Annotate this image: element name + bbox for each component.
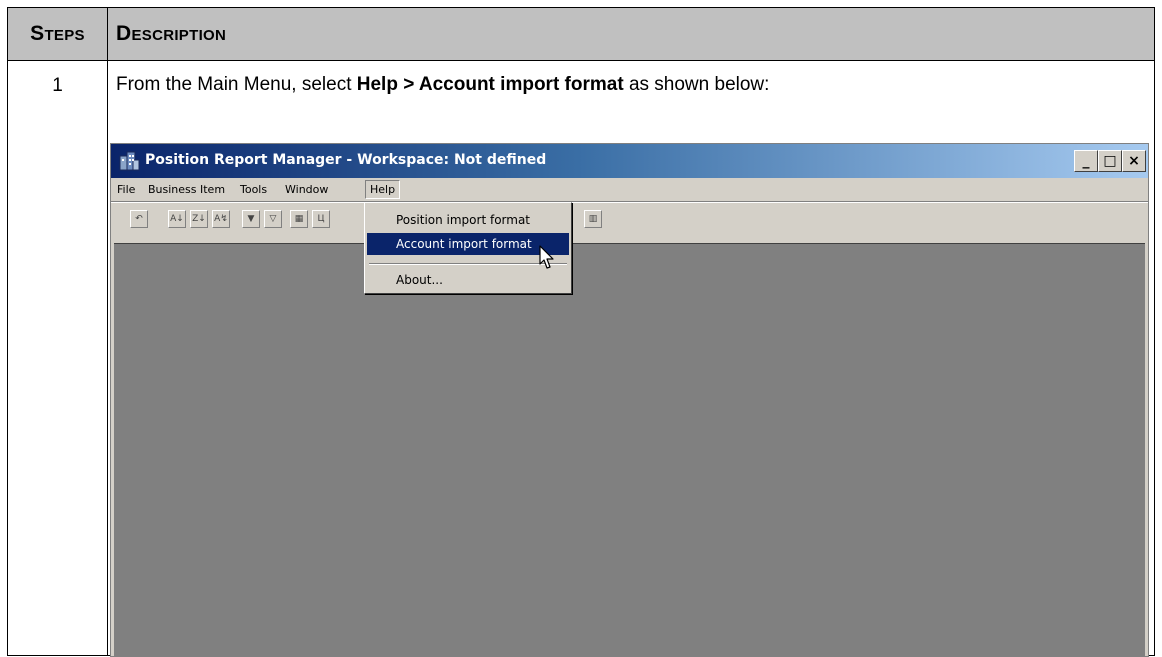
- menu-separator: [369, 263, 567, 265]
- step-number: 1: [7, 60, 108, 656]
- instruction-suffix: as shown below:: [623, 74, 770, 95]
- description-column-header: Description: [107, 7, 1155, 61]
- maximize-button[interactable]: □: [1098, 150, 1122, 172]
- menu-tools[interactable]: Tools: [240, 183, 267, 196]
- menu-help[interactable]: Help: [365, 180, 401, 199]
- menu-item-position-import-format[interactable]: Position import format: [367, 209, 569, 231]
- filter-icon[interactable]: ▼: [242, 210, 260, 228]
- title-bar: Position Report Manager - Workspace: Not…: [111, 144, 1148, 178]
- sort-ascending-icon[interactable]: A↓: [168, 210, 186, 228]
- close-button[interactable]: ×: [1122, 150, 1146, 172]
- grid-icon[interactable]: ▦: [290, 210, 308, 228]
- toolbar-button-icon[interactable]: Ц: [312, 210, 330, 228]
- menu-item-about[interactable]: About...: [367, 269, 569, 291]
- menu-window[interactable]: Window: [285, 183, 328, 196]
- instruction-text: From the Main Menu, select Help > Accoun…: [116, 74, 769, 96]
- minimize-button[interactable]: _: [1074, 150, 1098, 172]
- sort-descending-icon[interactable]: Z↓: [190, 210, 208, 228]
- instruction-menu-path: Help > Account import format: [356, 74, 624, 95]
- custom-sort-icon[interactable]: A↯: [212, 210, 230, 228]
- instruction-prefix: From the Main Menu, select: [116, 74, 357, 95]
- mouse-pointer-icon: [539, 245, 554, 269]
- toolbar-separator: [111, 201, 1148, 203]
- remove-filter-icon[interactable]: ▽: [264, 210, 282, 228]
- undo-icon[interactable]: ↶: [130, 210, 148, 228]
- toolbar: ↶ A↓ Z↓ A↯ ▼ ▽ ▦ Ц ▥: [111, 204, 1148, 234]
- columns-icon[interactable]: ▥: [584, 210, 602, 228]
- steps-column-header: Steps: [7, 7, 108, 61]
- embedded-app-window: Position Report Manager - Workspace: Not…: [110, 143, 1149, 657]
- window-title: Position Report Manager - Workspace: Not…: [145, 152, 547, 168]
- menu-file[interactable]: File: [117, 183, 135, 196]
- workspace-area: [114, 243, 1145, 656]
- menu-business-item[interactable]: Business Item: [148, 183, 225, 196]
- app-building-icon: [119, 151, 140, 171]
- menu-bar: File Business Item Tools Window Help: [111, 179, 1148, 201]
